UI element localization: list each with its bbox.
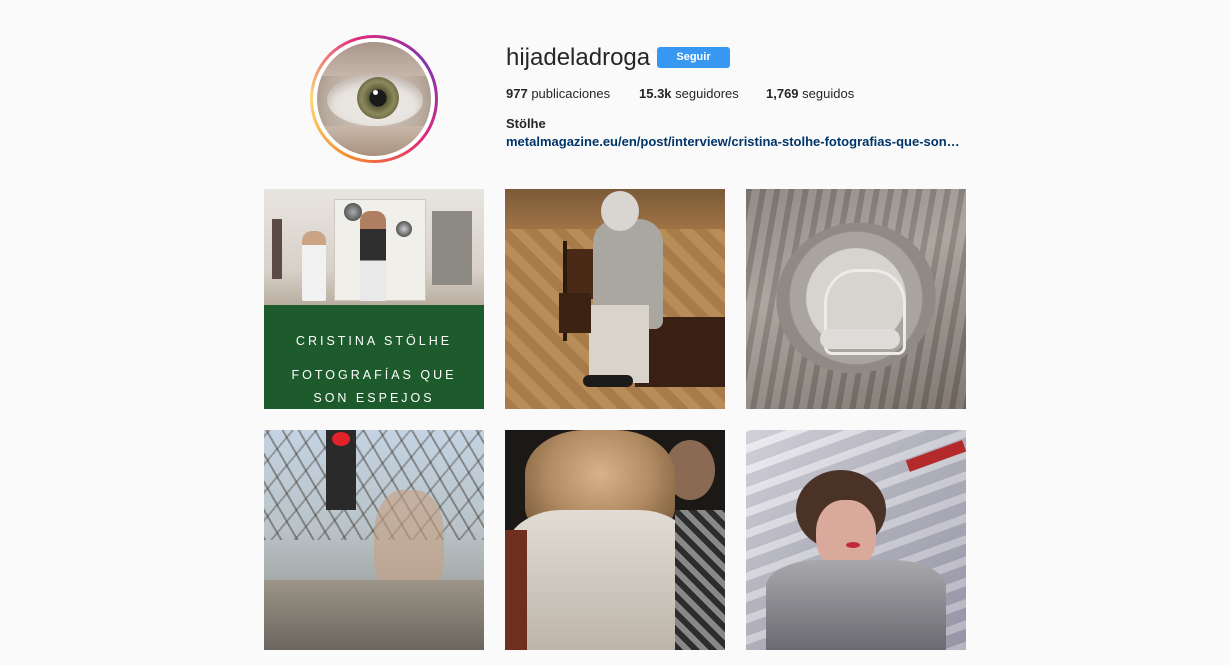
post-banner: CRISTINA STÖLHE FOTOGRAFÍAS QUE SON ESPE… [264, 305, 484, 409]
post-photo-museum [264, 189, 484, 305]
bio-link[interactable]: metalmagazine.eu/en/post/interview/crist… [506, 134, 962, 149]
profile-avatar[interactable] [310, 35, 438, 163]
follow-button[interactable]: Seguir [657, 47, 730, 68]
stat-following[interactable]: 1,769 seguidos [766, 86, 854, 102]
post-tile-2[interactable] [505, 189, 725, 409]
banner-title: CRISTINA STÖLHE [295, 334, 453, 348]
post-tile-3[interactable] [746, 189, 966, 409]
post-tile-5[interactable] [505, 430, 725, 650]
profile-username: hijadeladroga [506, 44, 651, 71]
stat-posts: 977 publicaciones [506, 86, 611, 101]
avatar-eye-photo [317, 42, 431, 156]
post-tile-1[interactable]: CRISTINA STÖLHE FOTOGRAFÍAS QUE SON ESPE… [264, 189, 484, 409]
post-tile-6[interactable] [746, 430, 966, 650]
profile-full-name: Stölhe [506, 116, 546, 131]
banner-subtitle-line2: SON ESPEJOS [313, 391, 435, 405]
post-tile-4[interactable] [264, 430, 484, 650]
banner-subtitle-line1: FOTOGRAFÍAS QUE [291, 368, 457, 382]
stat-followers[interactable]: 15.3k seguidores [639, 86, 739, 102]
